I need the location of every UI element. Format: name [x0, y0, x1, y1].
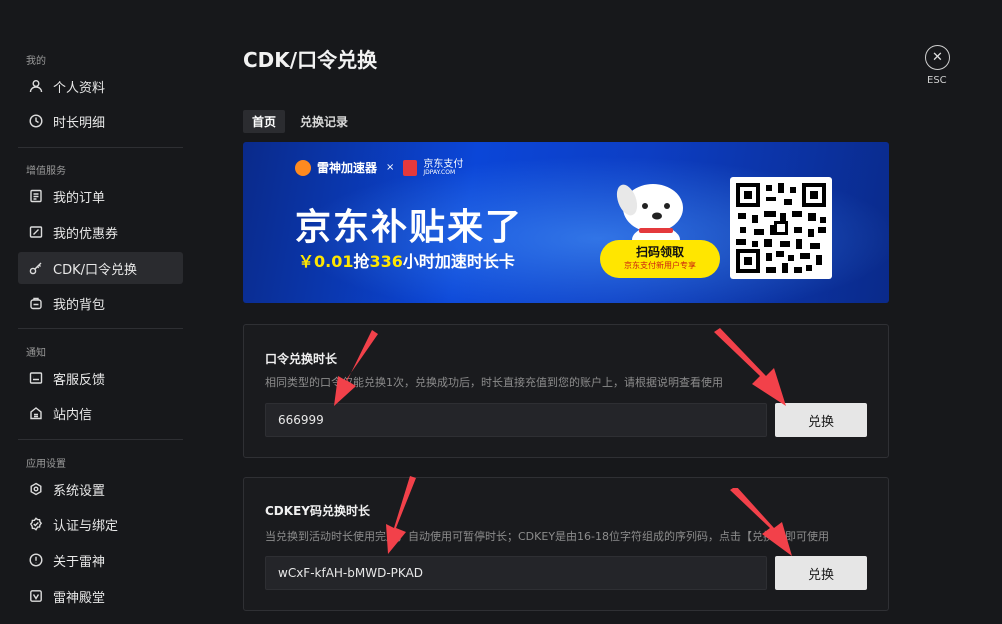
sidebar-item-profile[interactable]: 个人资料	[18, 70, 183, 102]
sidebar-item-cdk-redeem[interactable]: CDK/口令兑换	[18, 252, 183, 284]
section-title-vas: 增值服务	[26, 166, 66, 177]
page-title: CDK/口令兑换	[243, 48, 378, 72]
sidebar-item-feedback[interactable]: 客服反馈	[18, 362, 183, 394]
sidebar-item-hall[interactable]: 雷神殿堂	[18, 580, 183, 612]
banner-partner-sub: JDPAY.COM	[423, 168, 456, 176]
sidebar-item-label: 客服反馈	[53, 372, 106, 388]
backpack-icon	[29, 296, 43, 310]
info-icon	[29, 553, 43, 567]
sidebar-item-auth-binding[interactable]: 认证与绑定	[18, 508, 183, 540]
sidebar: 我的 个人资料 时长明细 增值服务 我的订单 我的优惠券 CDK/口令兑换 我的…	[0, 0, 200, 624]
leishen-logo-icon	[295, 159, 311, 176]
banner-sub-tail: 小时加速时长卡	[402, 252, 515, 271]
user-icon	[29, 79, 43, 93]
sidebar-item-duration[interactable]: 时长明细	[18, 105, 183, 137]
command-redeem-description: 相同类型的口令仅能兑换1次，兑换成功后，时长直接充值到您的账户上，请根据说明查看…	[265, 376, 723, 389]
sidebar-item-label: 我的优惠券	[53, 226, 119, 242]
cdkey-redeem-button[interactable]: 兑换	[775, 556, 867, 590]
verified-icon	[29, 517, 43, 531]
clock-icon	[29, 114, 43, 128]
cdkey-redeem-card: CDKEY码兑换时长 当兑换到活动时长使用完后，自动使用可暂停时长；CDKEY是…	[243, 477, 889, 611]
sidebar-item-system-settings[interactable]: 系统设置	[18, 473, 183, 505]
banner-price: ￥0.01	[298, 252, 354, 271]
sidebar-item-label: 认证与绑定	[53, 518, 119, 534]
sidebar-divider	[18, 439, 183, 440]
coupon-icon	[29, 225, 43, 239]
sidebar-item-about[interactable]: 关于雷神	[18, 544, 183, 576]
promo-banner[interactable]: 雷神加速器 × 京东支付 JDPAY.COM 京东补贴来了 ￥0.01抢336小…	[243, 142, 889, 303]
banner-brand-name: 雷神加速器	[317, 161, 378, 175]
sidebar-item-label: 系统设置	[53, 483, 106, 499]
banner-brand-row: 雷神加速器 × 京东支付 JDPAY.COM	[295, 159, 463, 176]
sidebar-item-messages[interactable]: 站内信	[18, 397, 183, 429]
sidebar-item-orders[interactable]: 我的订单	[18, 180, 183, 212]
command-redeem-button[interactable]: 兑换	[775, 403, 867, 437]
mailbox-icon	[29, 406, 43, 420]
sidebar-item-label: 站内信	[53, 407, 93, 423]
scan-to-claim-pill[interactable]: 扫码领取 京东支付新用户专享	[600, 240, 720, 278]
order-icon	[29, 189, 43, 203]
cdkey-redeem-title: CDKEY码兑换时长	[265, 504, 370, 518]
banner-cross: ×	[386, 162, 395, 173]
sidebar-divider	[18, 328, 183, 329]
key-icon	[29, 261, 43, 275]
section-title-my: 我的	[26, 56, 46, 67]
sidebar-divider	[18, 147, 183, 148]
feedback-icon	[29, 371, 43, 385]
banner-hours: 336	[369, 252, 403, 271]
sidebar-item-label: 个人资料	[53, 80, 106, 96]
sidebar-item-backpack[interactable]: 我的背包	[18, 287, 183, 319]
esc-label: ESC	[927, 75, 947, 86]
sidebar-item-label: 我的背包	[53, 297, 106, 313]
scan-pill-sub: 京东支付新用户专享	[624, 261, 696, 270]
sidebar-item-coupons[interactable]: 我的优惠券	[18, 216, 183, 248]
section-title-settings: 应用设置	[26, 459, 66, 470]
qr-code-icon	[736, 183, 826, 273]
qr-code	[730, 177, 832, 279]
sidebar-item-label: 雷神殿堂	[53, 590, 106, 606]
cdkey-redeem-description: 当兑换到活动时长使用完后，自动使用可暂停时长；CDKEY是由16-18位字符组成…	[265, 530, 829, 543]
sidebar-item-label: 关于雷神	[53, 554, 106, 570]
close-icon: ✕	[932, 50, 943, 65]
sidebar-item-label: 我的订单	[53, 190, 106, 206]
banner-partner-name: 京东支付	[423, 158, 464, 170]
banner-subline: ￥0.01抢336小时加速时长卡	[298, 248, 515, 272]
command-code-input[interactable]	[265, 403, 767, 437]
banner-headline: 京东补贴来了	[295, 207, 524, 248]
hall-icon	[29, 589, 43, 603]
banner-sub-mid: 抢	[353, 252, 370, 271]
sidebar-item-label: CDK/口令兑换	[53, 262, 137, 278]
jdpay-logo-icon	[403, 159, 418, 176]
sidebar-item-label: 时长明细	[53, 115, 106, 131]
cdkey-code-input[interactable]	[265, 556, 767, 590]
command-redeem-title: 口令兑换时长	[265, 352, 338, 366]
tab-redeem-history[interactable]: 兑换记录	[291, 110, 357, 133]
command-redeem-card: 口令兑换时长 相同类型的口令仅能兑换1次，兑换成功后，时长直接充值到您的账户上，…	[243, 324, 889, 458]
tab-home[interactable]: 首页	[243, 110, 286, 133]
section-title-notify: 通知	[26, 348, 46, 359]
gear-icon	[29, 482, 43, 496]
close-button[interactable]: ✕	[925, 45, 950, 70]
scan-pill-title: 扫码领取	[635, 245, 684, 259]
